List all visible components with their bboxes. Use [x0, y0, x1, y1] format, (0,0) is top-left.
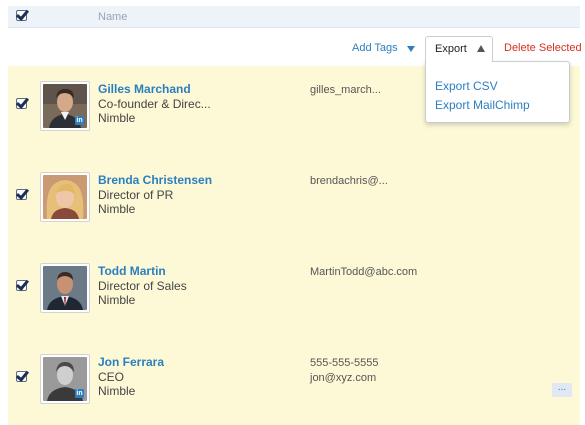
export-mailchimp-menu-item[interactable]: Export MailChimp	[435, 98, 530, 112]
export-csv-menu-item[interactable]: Export CSV	[435, 79, 498, 93]
avatar-photo	[43, 175, 87, 219]
avatar[interactable]	[40, 263, 90, 313]
contact-phone[interactable]: 555-555-5555	[310, 357, 379, 369]
more-options-button[interactable]: ...	[552, 383, 572, 397]
chevron-up-icon	[477, 45, 485, 52]
contact-company: Nimble	[98, 293, 136, 307]
contact-title: Co-founder & Direc...	[98, 97, 211, 111]
avatar[interactable]: in	[40, 354, 90, 404]
row-checkbox[interactable]	[16, 189, 27, 200]
avatar-photo: in	[43, 357, 87, 401]
contact-title: Director of Sales	[98, 279, 187, 293]
avatar-photo	[43, 266, 87, 310]
contact-name[interactable]: Brenda Christensen	[98, 173, 212, 187]
avatar-photo: in	[43, 84, 87, 128]
contact-name[interactable]: Jon Ferrara	[98, 355, 164, 369]
delete-selected-button[interactable]: Delete Selected	[504, 42, 582, 54]
export-button-label: Export	[435, 43, 467, 55]
contact-email[interactable]: brendachris@...	[310, 175, 388, 187]
contact-name[interactable]: Gilles Marchand	[98, 82, 191, 96]
contact-email[interactable]: gilles_march...	[310, 84, 381, 96]
linkedin-icon: in	[75, 389, 84, 398]
export-dropdown-menu: Export CSV Export MailChimp	[425, 61, 570, 123]
contact-company: Nimble	[98, 111, 136, 125]
row-checkbox[interactable]	[16, 280, 27, 291]
contact-row[interactable]: Brenda Christensen Director of PR Nimble…	[8, 157, 580, 248]
add-tags-chevron-down-icon[interactable]	[407, 46, 415, 52]
contact-email[interactable]: MartinTodd@abc.com	[310, 266, 417, 278]
contact-row[interactable]: in Jon Ferrara CEO Nimble 555-555-5555 j…	[8, 339, 580, 425]
name-column-header[interactable]: Name	[98, 11, 127, 23]
avatar[interactable]: in	[40, 81, 90, 131]
contact-row[interactable]: Todd Martin Director of Sales Nimble Mar…	[8, 248, 580, 339]
avatar[interactable]	[40, 172, 90, 222]
add-tags-button[interactable]: Add Tags	[352, 42, 398, 54]
contact-title: CEO	[98, 370, 125, 384]
row-checkbox[interactable]	[16, 371, 27, 382]
bulk-actions-toolbar: Add Tags Export Delete Selected	[0, 36, 585, 62]
linkedin-icon: in	[75, 116, 84, 125]
contact-name[interactable]: Todd Martin	[98, 264, 166, 278]
contact-title: Director of PR	[98, 188, 174, 202]
list-header: Name	[8, 6, 580, 28]
contact-company: Nimble	[98, 384, 136, 398]
export-button[interactable]: Export	[425, 36, 493, 62]
select-all-checkbox[interactable]	[16, 10, 27, 21]
row-checkbox[interactable]	[16, 98, 27, 109]
contact-email[interactable]: jon@xyz.com	[310, 372, 376, 384]
contact-company: Nimble	[98, 202, 136, 216]
